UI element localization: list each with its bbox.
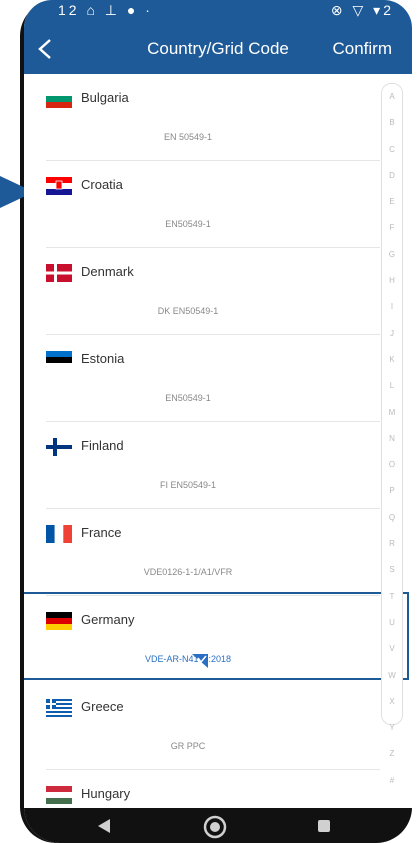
list-item-denmark[interactable]: Denmark DK EN50549-1 <box>24 248 412 335</box>
list-item-finland[interactable]: Finland FI EN50549-1 <box>24 422 412 509</box>
index-letter[interactable]: D <box>382 163 402 189</box>
index-letter[interactable]: B <box>382 110 402 136</box>
index-letter[interactable]: H <box>382 268 402 294</box>
status-bar: 12 ⌂ ⊥ ● · ⊗ ▽ ▾2 <box>24 0 412 24</box>
country-list: Bulgaria EN 50549-1 Croatia EN50549-1 De… <box>24 74 412 814</box>
country-name: Croatia <box>81 177 123 192</box>
index-letter[interactable]: F <box>382 215 402 241</box>
index-letter[interactable]: C <box>382 137 402 163</box>
nav-recent-icon[interactable] <box>318 820 330 832</box>
country-name: France <box>81 525 122 540</box>
index-letter[interactable]: T <box>382 584 402 610</box>
index-letter[interactable]: O <box>382 452 402 478</box>
country-name: Denmark <box>81 264 134 279</box>
hungary-flag-icon <box>46 786 72 804</box>
greece-flag-icon <box>46 699 72 717</box>
list-item-greece[interactable]: Greece GR PPC <box>24 683 412 770</box>
index-letter[interactable]: J <box>382 321 402 347</box>
index-letter[interactable]: S <box>382 557 402 583</box>
index-letter[interactable]: P <box>382 478 402 504</box>
estonia-flag-icon <box>46 351 72 369</box>
index-letter[interactable]: Z <box>382 741 402 767</box>
grid-code: VDE0126-1-1/A1/VFR <box>143 567 233 577</box>
index-letter[interactable]: N <box>382 426 402 452</box>
grid-code: EN50549-1 <box>165 219 211 229</box>
index-letter[interactable]: Y <box>382 715 402 741</box>
grid-code: EN 50549-1 <box>163 132 213 142</box>
app-header: Country/Grid Code Confirm <box>24 24 412 74</box>
index-letter[interactable]: E <box>382 189 402 215</box>
grid-code: GR PPC <box>170 741 206 751</box>
index-letter[interactable]: R <box>382 531 402 557</box>
index-letter[interactable]: G <box>382 242 402 268</box>
index-letter[interactable]: I <box>382 294 402 320</box>
grid-code: FI EN50549-1 <box>159 480 217 490</box>
alphabet-index[interactable]: A B C D E F G H I J K L M N O P Q R S T … <box>381 83 403 785</box>
index-letter[interactable]: X <box>382 689 402 715</box>
grid-code: EN50549-1 <box>165 393 211 403</box>
country-name: Hungary <box>81 786 131 801</box>
status-icons-right: ⊗ ▽ ▾2 <box>330 2 394 18</box>
index-letter[interactable]: L <box>382 373 402 399</box>
list-item-bulgaria[interactable]: Bulgaria EN 50549-1 <box>24 74 412 161</box>
index-letter[interactable]: K <box>382 347 402 373</box>
index-letter[interactable]: A <box>382 84 402 110</box>
croatia-flag-icon <box>46 177 72 195</box>
index-letter[interactable]: U <box>382 610 402 636</box>
index-letter[interactable]: M <box>382 400 402 426</box>
nav-back-icon[interactable] <box>96 818 112 834</box>
country-name: Finland <box>81 438 124 453</box>
system-nav-bar <box>24 808 412 843</box>
index-letter[interactable]: W <box>382 663 402 689</box>
index-letter[interactable]: # <box>382 768 402 794</box>
list-item-estonia[interactable]: Estonia EN50549-1 <box>24 335 412 422</box>
bulgaria-flag-icon <box>46 90 72 108</box>
selected-highlight <box>24 592 409 680</box>
status-icons-left: 12 ⌂ ⊥ ● · <box>58 2 153 18</box>
index-letter[interactable]: Q <box>382 505 402 531</box>
screen: 12 ⌂ ⊥ ● · ⊗ ▽ ▾2 Country/Grid Code Conf… <box>24 0 412 843</box>
grid-code: DK EN50549-1 <box>157 306 219 316</box>
list-item-croatia[interactable]: Croatia EN50549-1 <box>24 161 412 248</box>
country-name: Bulgaria <box>81 90 129 105</box>
country-name: Greece <box>81 699 124 714</box>
nav-home-icon[interactable] <box>202 814 228 840</box>
index-letter[interactable]: V <box>382 636 402 662</box>
france-flag-icon <box>46 525 72 543</box>
confirm-button[interactable]: Confirm <box>332 39 392 59</box>
country-name: Estonia <box>81 351 125 366</box>
denmark-flag-icon <box>46 264 72 282</box>
finland-flag-icon <box>46 438 72 456</box>
list-item-france[interactable]: France VDE0126-1-1/A1/VFR <box>24 509 412 596</box>
